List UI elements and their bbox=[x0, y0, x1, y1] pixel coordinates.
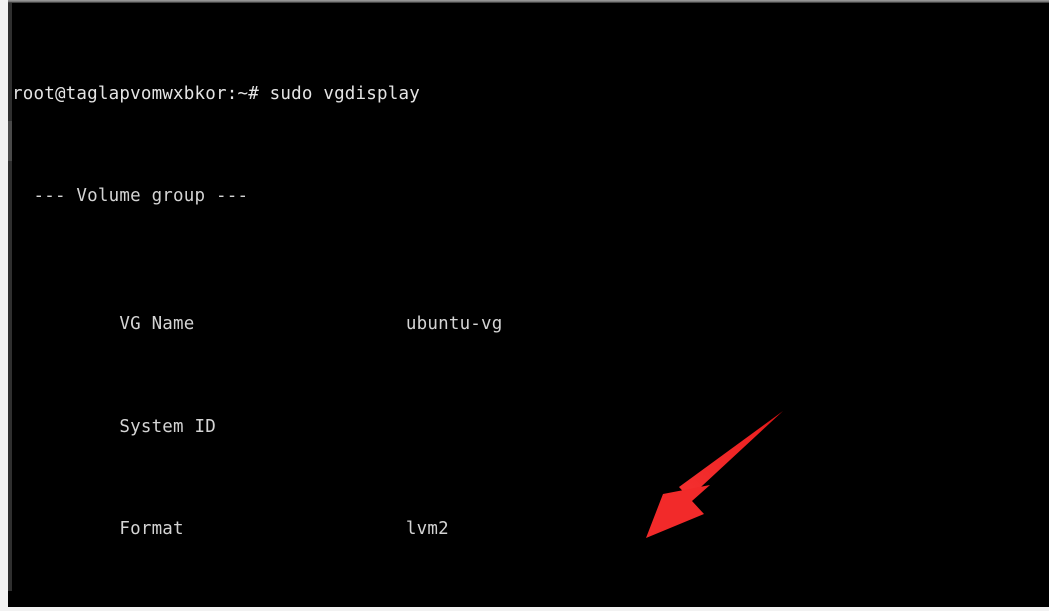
terminal-bottom-edge bbox=[8, 591, 1049, 607]
volume-group-section-header: --- Volume group --- bbox=[12, 186, 249, 207]
table-row: System ID bbox=[12, 389, 1049, 437]
field-value-format: lvm2 bbox=[405, 518, 449, 539]
field-label-format: Format bbox=[97, 518, 184, 539]
terminal-window[interactable]: root@taglapvomwxbkor:~# sudo vgdisplay -… bbox=[8, 0, 1049, 607]
terminal-console-output[interactable]: root@taglapvomwxbkor:~# sudo vgdisplay -… bbox=[12, 3, 1049, 607]
table-row: VG Name ubuntu-vg bbox=[12, 287, 1049, 334]
field-label-system-id: System ID bbox=[97, 416, 216, 437]
shell-prompt-line: root@taglapvomwxbkor:~# sudo vgdisplay bbox=[12, 83, 420, 104]
screenshot-root: root@taglapvomwxbkor:~# sudo vgdisplay -… bbox=[0, 0, 1049, 611]
field-label-vg-name: VG Name bbox=[97, 314, 195, 335]
table-row: Format lvm2 bbox=[12, 491, 1049, 539]
field-value-vg-name: ubuntu-vg bbox=[405, 314, 503, 335]
